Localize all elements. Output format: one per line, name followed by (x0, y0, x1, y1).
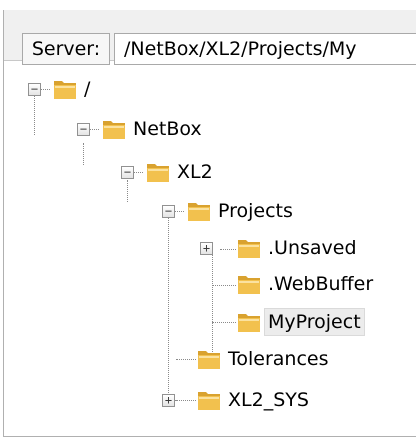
tree-node-netbox[interactable]: NetBox (130, 116, 205, 142)
tree-connector (212, 285, 236, 286)
folder-icon (238, 314, 260, 332)
tree-connector (176, 359, 196, 360)
expand-toggle-xl2[interactable]: − (121, 166, 134, 179)
tree-node-myproject[interactable]: MyProject (264, 308, 365, 336)
tree-connector (220, 249, 236, 250)
tree-connector (83, 143, 84, 165)
tree-connector (41, 89, 50, 90)
tree-connector (168, 218, 169, 403)
expand-toggle-xl2-sys[interactable]: + (162, 394, 175, 407)
tree-node-webbuffer[interactable]: .WebBuffer (265, 271, 376, 297)
folder-icon (238, 240, 260, 258)
tree-connector (212, 255, 213, 356)
tree-connector (175, 400, 184, 401)
folder-icon (198, 351, 220, 369)
expand-toggle-root[interactable]: − (28, 83, 41, 96)
folder-icon (103, 121, 125, 139)
expand-toggle-projects[interactable]: − (162, 205, 175, 218)
folder-icon (147, 164, 169, 182)
server-label: Server: (22, 33, 110, 65)
folder-icon (198, 392, 220, 410)
server-path-field[interactable]: /NetBox/XL2/Projects/My (114, 33, 416, 65)
expand-toggle-netbox[interactable]: − (77, 123, 90, 136)
expand-toggle-unsaved[interactable]: + (200, 242, 213, 255)
tree-connector (175, 211, 184, 212)
folder-icon (54, 81, 76, 99)
tree-node-root[interactable]: / (81, 76, 93, 102)
tree-connector (90, 129, 99, 130)
folder-tree: − / − NetBox − XL2 − Projects + .Unsaved (4, 70, 416, 435)
folder-icon (188, 203, 210, 221)
tree-connector (127, 180, 128, 202)
tree-node-projects[interactable]: Projects (215, 198, 296, 224)
tree-connector (134, 172, 143, 173)
tree-node-xl2[interactable]: XL2 (174, 159, 216, 185)
tree-node-tolerances[interactable]: Tolerances (225, 346, 332, 372)
tree-connector (34, 95, 35, 135)
tree-node-unsaved[interactable]: .Unsaved (265, 235, 360, 261)
folder-icon (238, 276, 260, 294)
tree-node-xl2-sys[interactable]: XL2_SYS (225, 387, 312, 413)
tree-connector (212, 322, 236, 323)
